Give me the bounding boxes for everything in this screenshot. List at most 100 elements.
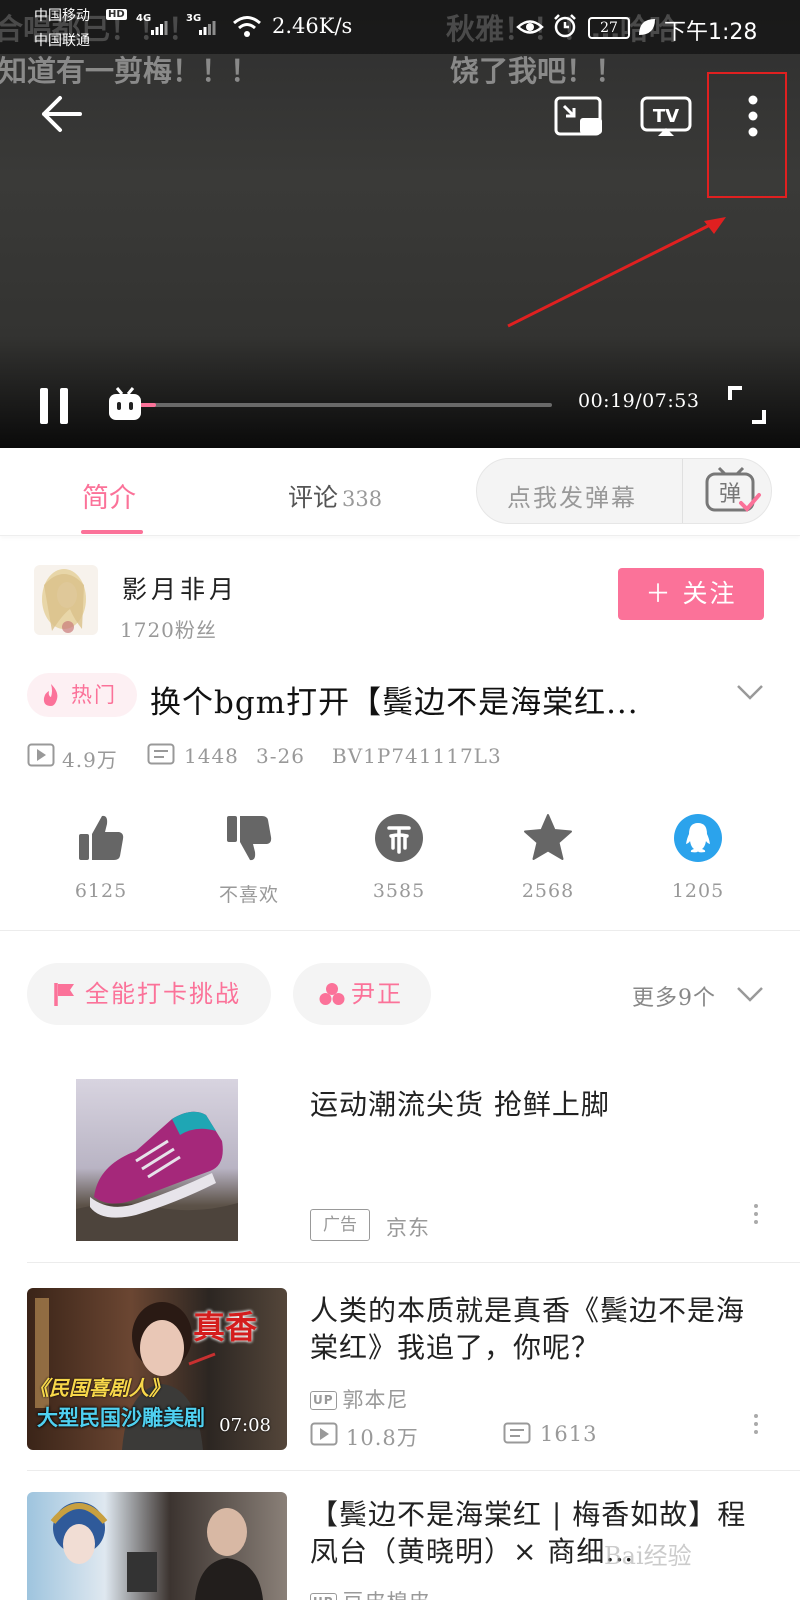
- hot-badge[interactable]: 热门: [27, 673, 137, 717]
- follow-button[interactable]: ＋ 关注: [618, 568, 764, 620]
- share-button[interactable]: 1205: [648, 812, 748, 902]
- avatar[interactable]: [34, 565, 98, 635]
- uploader-fans: 1720粉丝: [120, 618, 217, 642]
- dislike-button[interactable]: 不喜欢: [199, 812, 299, 907]
- rec-view-count: 10.8万: [346, 1426, 419, 1450]
- ad-badge: 广告: [310, 1209, 370, 1241]
- signal-icon: [199, 21, 216, 35]
- tab-comments-label: 评论: [288, 483, 339, 512]
- danmaku-count-icon: [503, 1422, 531, 1444]
- network-speed: 2.46K/s: [272, 14, 353, 38]
- svg-text:TV: TV: [653, 106, 679, 127]
- rec-title[interactable]: 人类的本质就是真香《鬓边不是海棠红》我追了，你呢？: [310, 1292, 760, 1366]
- playback-time: 00:19/07:53: [578, 390, 700, 412]
- eye-icon: [516, 20, 544, 34]
- like-count: 6125: [74, 880, 128, 902]
- tag-pill[interactable]: 尹正: [293, 963, 431, 1025]
- thumbnail-overlay-text: 真香: [193, 1308, 258, 1346]
- video-player[interactable]: 合唱都已！！！ 秋雅！！！…哈哈 知道有一剪梅！！！ 饶了我吧！！ 中国移动 H…: [0, 0, 800, 448]
- favorite-button[interactable]: 2568: [498, 812, 598, 902]
- network-type-1: 4G: [136, 13, 152, 24]
- more-options-icon[interactable]: [750, 1204, 762, 1228]
- danmaku-placeholder: 点我发弹幕: [507, 484, 637, 512]
- tv-cast-icon[interactable]: TV: [640, 96, 692, 138]
- annotation-highlight-box: [707, 72, 787, 198]
- author-name: 豆皮棉皮: [343, 1590, 431, 1600]
- view-count: 4.9万: [62, 748, 118, 772]
- fullscreen-icon[interactable]: [728, 386, 766, 424]
- danmaku-toggle-icon[interactable]: 弹: [701, 465, 763, 517]
- danmaku-separator: [682, 459, 683, 523]
- progress-bar[interactable]: [140, 403, 552, 407]
- video-title: 换个bgm打开【鬓边不是海棠红...: [150, 685, 639, 721]
- alarm-icon: [554, 14, 576, 38]
- publish-date: 3-26: [256, 744, 305, 768]
- rec-author[interactable]: UP 豆皮棉皮: [310, 1586, 431, 1600]
- hd-badge: HD: [106, 9, 127, 20]
- rec-title[interactable]: 运动潮流尖货 抢鲜上脚: [310, 1086, 760, 1123]
- like-button[interactable]: 6125: [51, 812, 151, 902]
- tag-label: 尹正: [351, 980, 403, 1008]
- section-divider: [0, 930, 800, 931]
- uploader-name[interactable]: 影月非月: [122, 570, 238, 606]
- annotation-arrow: [507, 217, 726, 328]
- dislike-label: 不喜欢: [218, 884, 279, 906]
- topic-circles-icon: [319, 983, 345, 1005]
- hot-badge-label: 热门: [71, 683, 117, 707]
- ad-source: 京东: [386, 1216, 430, 1240]
- bilibili-tv-scrubber-icon[interactable]: [106, 386, 144, 422]
- clock: 下午1:28: [664, 20, 758, 45]
- play-count-icon: [310, 1422, 338, 1446]
- coin-button[interactable]: 3585: [349, 812, 449, 902]
- comment-count: 338: [342, 487, 383, 511]
- rec-author[interactable]: UP 郭本尼: [310, 1384, 409, 1414]
- tab-comments[interactable]: 评论 338: [288, 478, 382, 514]
- up-badge: UP: [310, 1391, 337, 1410]
- flame-icon: [43, 684, 58, 706]
- more-tags[interactable]: 更多9个: [632, 980, 716, 1012]
- more-tags-label: 更多9个: [632, 986, 716, 1011]
- coin-count: 3585: [372, 880, 426, 902]
- list-divider: [27, 1262, 800, 1263]
- danmaku-comment: 饶了我吧！！: [450, 54, 625, 88]
- video-thumbnail[interactable]: 真香 《民国喜剧人》 大型民国沙雕美剧 07:08: [27, 1288, 287, 1450]
- ad-thumbnail[interactable]: [76, 1079, 238, 1241]
- star-icon: [524, 814, 572, 860]
- danmaku-comment: 知道有一剪梅！！！: [0, 54, 260, 88]
- rec-danmaku-count: 1613: [540, 1422, 598, 1446]
- thumbnail-overlay-text: 大型民国沙雕美剧: [37, 1406, 205, 1430]
- chevron-down-icon[interactable]: [736, 985, 764, 1003]
- flag-icon: [54, 983, 74, 1006]
- play-count-icon: [27, 743, 55, 767]
- thumbs-up-icon: [79, 815, 124, 860]
- bv-id: BV1P741117L3: [332, 744, 502, 768]
- list-divider: [27, 1470, 800, 1471]
- mini-window-icon[interactable]: [554, 96, 604, 138]
- tab-intro[interactable]: 简介: [82, 476, 136, 515]
- qq-share-icon: [674, 814, 722, 862]
- player-controls: 00:19/07:53: [0, 372, 800, 448]
- status-bar: 中国移动 HD 中国联通 4G 3G 2.46K/s 27 下午1:28: [0, 0, 800, 54]
- pause-icon[interactable]: [36, 386, 72, 426]
- video-duration: 07:08: [219, 1415, 271, 1436]
- tag-pill[interactable]: 全能打卡挑战: [27, 963, 271, 1025]
- chevron-down-icon[interactable]: [736, 683, 764, 701]
- back-arrow-icon[interactable]: [40, 94, 84, 134]
- up-badge: UP: [310, 1593, 337, 1600]
- leaf-icon: [639, 19, 655, 35]
- active-tab-indicator: [81, 530, 143, 534]
- favorite-count: 2568: [521, 880, 575, 902]
- danmaku-input[interactable]: 点我发弹幕 弹: [476, 458, 772, 524]
- danmaku-button-label: 弹: [719, 482, 741, 507]
- author-name: 郭本尼: [342, 1388, 409, 1412]
- carrier-2: 中国联通: [34, 33, 90, 49]
- more-options-icon[interactable]: [750, 1414, 762, 1438]
- share-count: 1205: [671, 880, 725, 902]
- thumbs-down-icon: [227, 816, 272, 861]
- coin-icon: [375, 814, 423, 862]
- wifi-icon: [233, 16, 261, 37]
- watermark: Bai经验: [604, 1542, 692, 1570]
- video-thumbnail[interactable]: [27, 1492, 287, 1600]
- thumbnail-overlay-text: 《民国喜剧人》: [29, 1376, 169, 1400]
- rec-title[interactable]: 【鬓边不是海棠红 | 梅香如故】程凤台（黄晓明）× 商细…: [310, 1496, 760, 1570]
